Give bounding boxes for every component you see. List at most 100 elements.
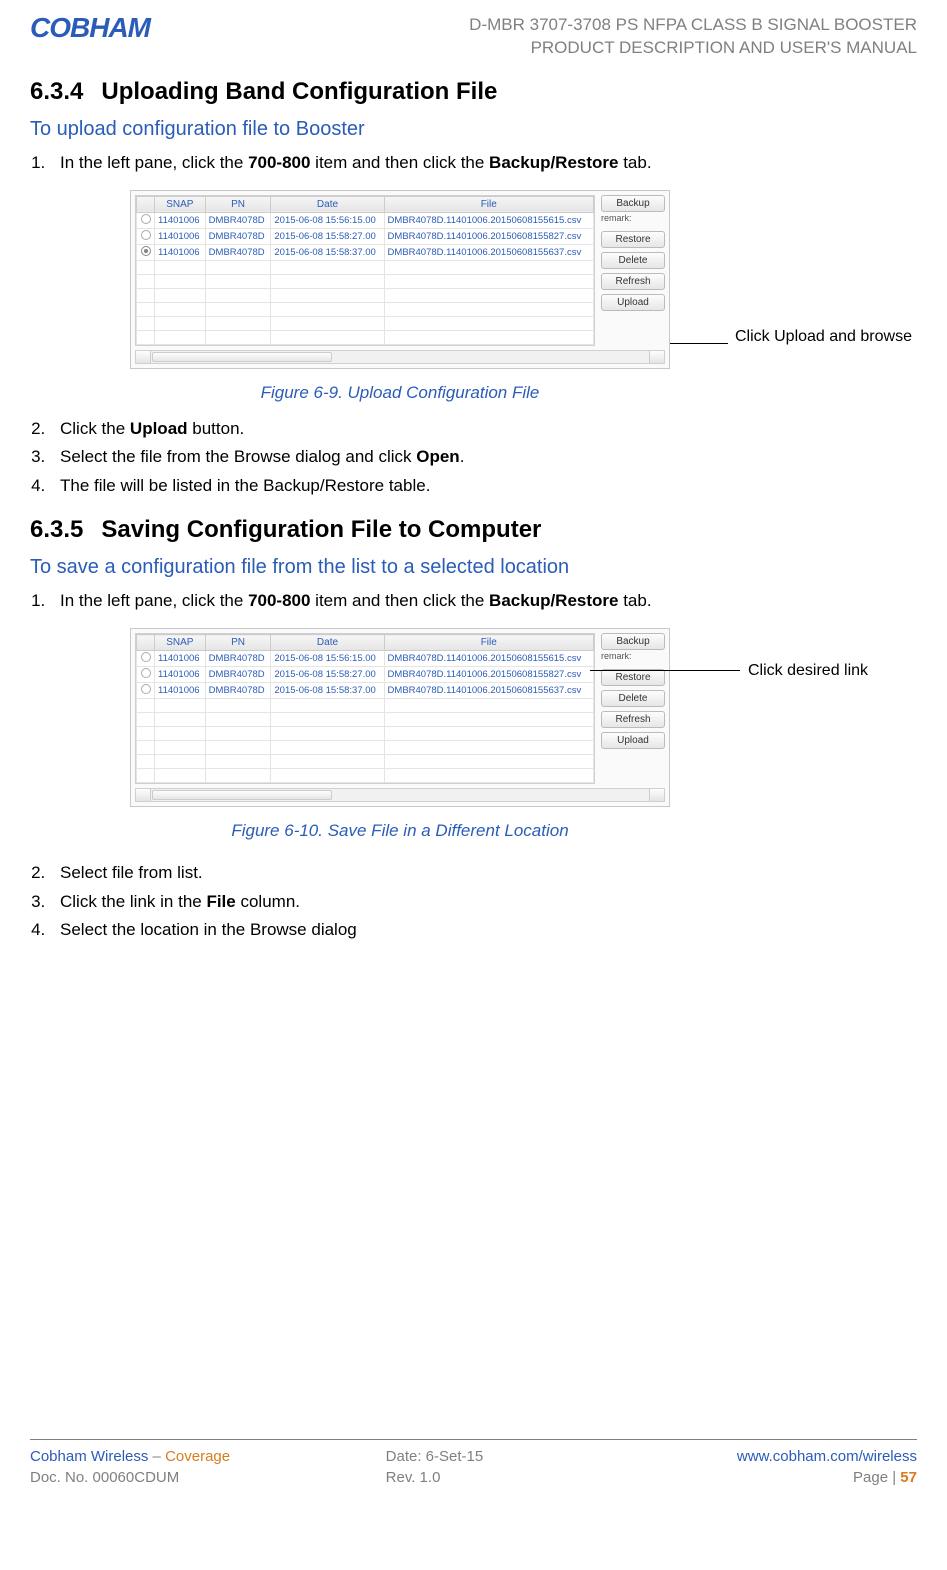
footer-doc-no: Doc. No. 00060CDUM (30, 1469, 326, 1486)
step-3: Click the link in the File column. (50, 890, 917, 915)
bold-text: Upload (130, 419, 188, 438)
table-row[interactable]: 11401006 DMBR4078D 2015-06-08 15:56:15.0… (137, 651, 594, 667)
subheading-save: To save a configuration file from the li… (30, 556, 917, 579)
cell-date: 2015-06-08 15:58:27.00 (271, 667, 384, 683)
row-radio[interactable] (137, 244, 155, 260)
step-1: In the left pane, click the 700-800 item… (50, 589, 917, 614)
col-date: Date (271, 196, 384, 212)
heading-6-3-5: 6.3.5 Saving Configuration File to Comput… (30, 516, 917, 544)
heading-text: Uploading Band Configuration File (101, 78, 497, 105)
step-1: In the left pane, click the 700-800 item… (50, 151, 917, 176)
step-text: Click the (60, 419, 130, 438)
cell-file[interactable]: DMBR4078D.11401006.20150608155827.csv (384, 228, 593, 244)
cell-date: 2015-06-08 15:56:15.00 (271, 212, 384, 228)
table-row[interactable]: 11401006 DMBR4078D 2015-06-08 15:58:27.0… (137, 667, 594, 683)
step-2: Select file from list. (50, 861, 917, 886)
table-row (137, 741, 594, 755)
row-radio[interactable] (137, 212, 155, 228)
heading-number: 6.3.5 (30, 516, 83, 543)
table-row[interactable]: 11401006 DMBR4078D 2015-06-08 15:58:37.0… (137, 683, 594, 699)
backup-button[interactable]: Backup (601, 633, 665, 650)
cell-pn: DMBR4078D (205, 651, 271, 667)
backup-table-wrap: SNAP PN Date File 11401006 DMBR4078D (135, 195, 595, 346)
table-row (137, 316, 594, 330)
backup-table: SNAP PN Date File 11401006 DMBR4078D (136, 634, 594, 783)
cell-file[interactable]: DMBR4078D.11401006.20150608155615.csv (384, 651, 593, 667)
col-pn: PN (205, 196, 271, 212)
heading-text: Saving Configuration File to Computer (101, 516, 541, 543)
backup-button[interactable]: Backup (601, 195, 665, 212)
h-scrollbar[interactable] (135, 788, 665, 802)
button-column: Backup remark: Restore Delete Refresh Up… (601, 195, 665, 346)
cell-file[interactable]: DMBR4078D.11401006.20150608155827.csv (384, 667, 593, 683)
page-header: COBHAM D-MBR 3707-3708 PS NFPA CLASS B S… (30, 0, 917, 60)
step-2: Click the Upload button. (50, 417, 917, 442)
table-row (137, 699, 594, 713)
cell-pn: DMBR4078D (205, 212, 271, 228)
delete-button[interactable]: Delete (601, 690, 665, 707)
bold-text: Backup/Restore (489, 153, 618, 172)
remark-label: remark: (601, 652, 665, 661)
bold-text: Backup/Restore (489, 591, 618, 610)
step-text: Click the link in the (60, 892, 206, 911)
refresh-button[interactable]: Refresh (601, 273, 665, 290)
doc-title-line1: D-MBR 3707-3708 PS NFPA CLASS B SIGNAL B… (469, 14, 917, 37)
step-4: Select the location in the Browse dialog (50, 918, 917, 943)
backup-restore-panel: SNAP PN Date File 11401006 DMBR4078D (130, 628, 670, 807)
row-radio[interactable] (137, 228, 155, 244)
cell-file[interactable]: DMBR4078D.11401006.20150608155637.csv (384, 244, 593, 260)
step-text: item and then click the (310, 591, 489, 610)
button-column: Backup remark: Restore Delete Refresh Up… (601, 633, 665, 784)
upload-button[interactable]: Upload (601, 294, 665, 311)
figure-caption-6-10: Figure 6-10. Save File in a Different Lo… (130, 821, 670, 841)
backup-restore-panel: SNAP PN Date File 11401006 DMBR4078D (130, 190, 670, 369)
cell-pn: DMBR4078D (205, 244, 271, 260)
cell-snap: 11401006 (155, 244, 206, 260)
logo: COBHAM (30, 12, 150, 44)
table-row (137, 713, 594, 727)
upload-button[interactable]: Upload (601, 732, 665, 749)
row-radio[interactable] (137, 651, 155, 667)
row-radio[interactable] (137, 683, 155, 699)
col-file: File (384, 635, 593, 651)
cell-date: 2015-06-08 15:56:15.00 (271, 651, 384, 667)
row-radio[interactable] (137, 667, 155, 683)
footer-brand: Cobham Wireless (30, 1448, 148, 1465)
footer-sep: – (148, 1448, 165, 1465)
refresh-button[interactable]: Refresh (601, 711, 665, 728)
footer-rev: Rev. 1.0 (326, 1469, 622, 1486)
step-text: . (460, 447, 465, 466)
col-snap: SNAP (155, 635, 206, 651)
footer-company: Cobham Wireless – Coverage (30, 1448, 326, 1465)
callout-upload: Click Upload and browse (735, 327, 912, 346)
cell-date: 2015-06-08 15:58:37.00 (271, 683, 384, 699)
callout-link: Click desired link (748, 661, 868, 680)
restore-button[interactable]: Restore (601, 231, 665, 248)
table-row (137, 260, 594, 274)
table-row (137, 302, 594, 316)
step-text: item and then click the (310, 153, 489, 172)
col-pn: PN (205, 635, 271, 651)
table-row[interactable]: 11401006 DMBR4078D 2015-06-08 15:58:27.0… (137, 228, 594, 244)
table-row (137, 727, 594, 741)
cell-snap: 11401006 (155, 667, 206, 683)
step-text: In the left pane, click the (60, 153, 248, 172)
cell-pn: DMBR4078D (205, 228, 271, 244)
cell-file[interactable]: DMBR4078D.11401006.20150608155615.csv (384, 212, 593, 228)
cell-snap: 11401006 (155, 228, 206, 244)
cell-pn: DMBR4078D (205, 683, 271, 699)
figure-6-10: SNAP PN Date File 11401006 DMBR4078D (130, 628, 917, 841)
delete-button[interactable]: Delete (601, 252, 665, 269)
cell-date: 2015-06-08 15:58:37.00 (271, 244, 384, 260)
table-row[interactable]: 11401006 DMBR4078D 2015-06-08 15:58:37.0… (137, 244, 594, 260)
h-scrollbar[interactable] (135, 350, 665, 364)
table-row (137, 755, 594, 769)
restore-button[interactable]: Restore (601, 669, 665, 686)
subheading-upload: To upload configuration file to Booster (30, 118, 917, 141)
table-row[interactable]: 11401006 DMBR4078D 2015-06-08 15:56:15.0… (137, 212, 594, 228)
cell-file[interactable]: DMBR4078D.11401006.20150608155637.csv (384, 683, 593, 699)
step-text: tab. (618, 591, 651, 610)
cell-date: 2015-06-08 15:58:27.00 (271, 228, 384, 244)
cell-snap: 11401006 (155, 651, 206, 667)
step-text: column. (236, 892, 300, 911)
